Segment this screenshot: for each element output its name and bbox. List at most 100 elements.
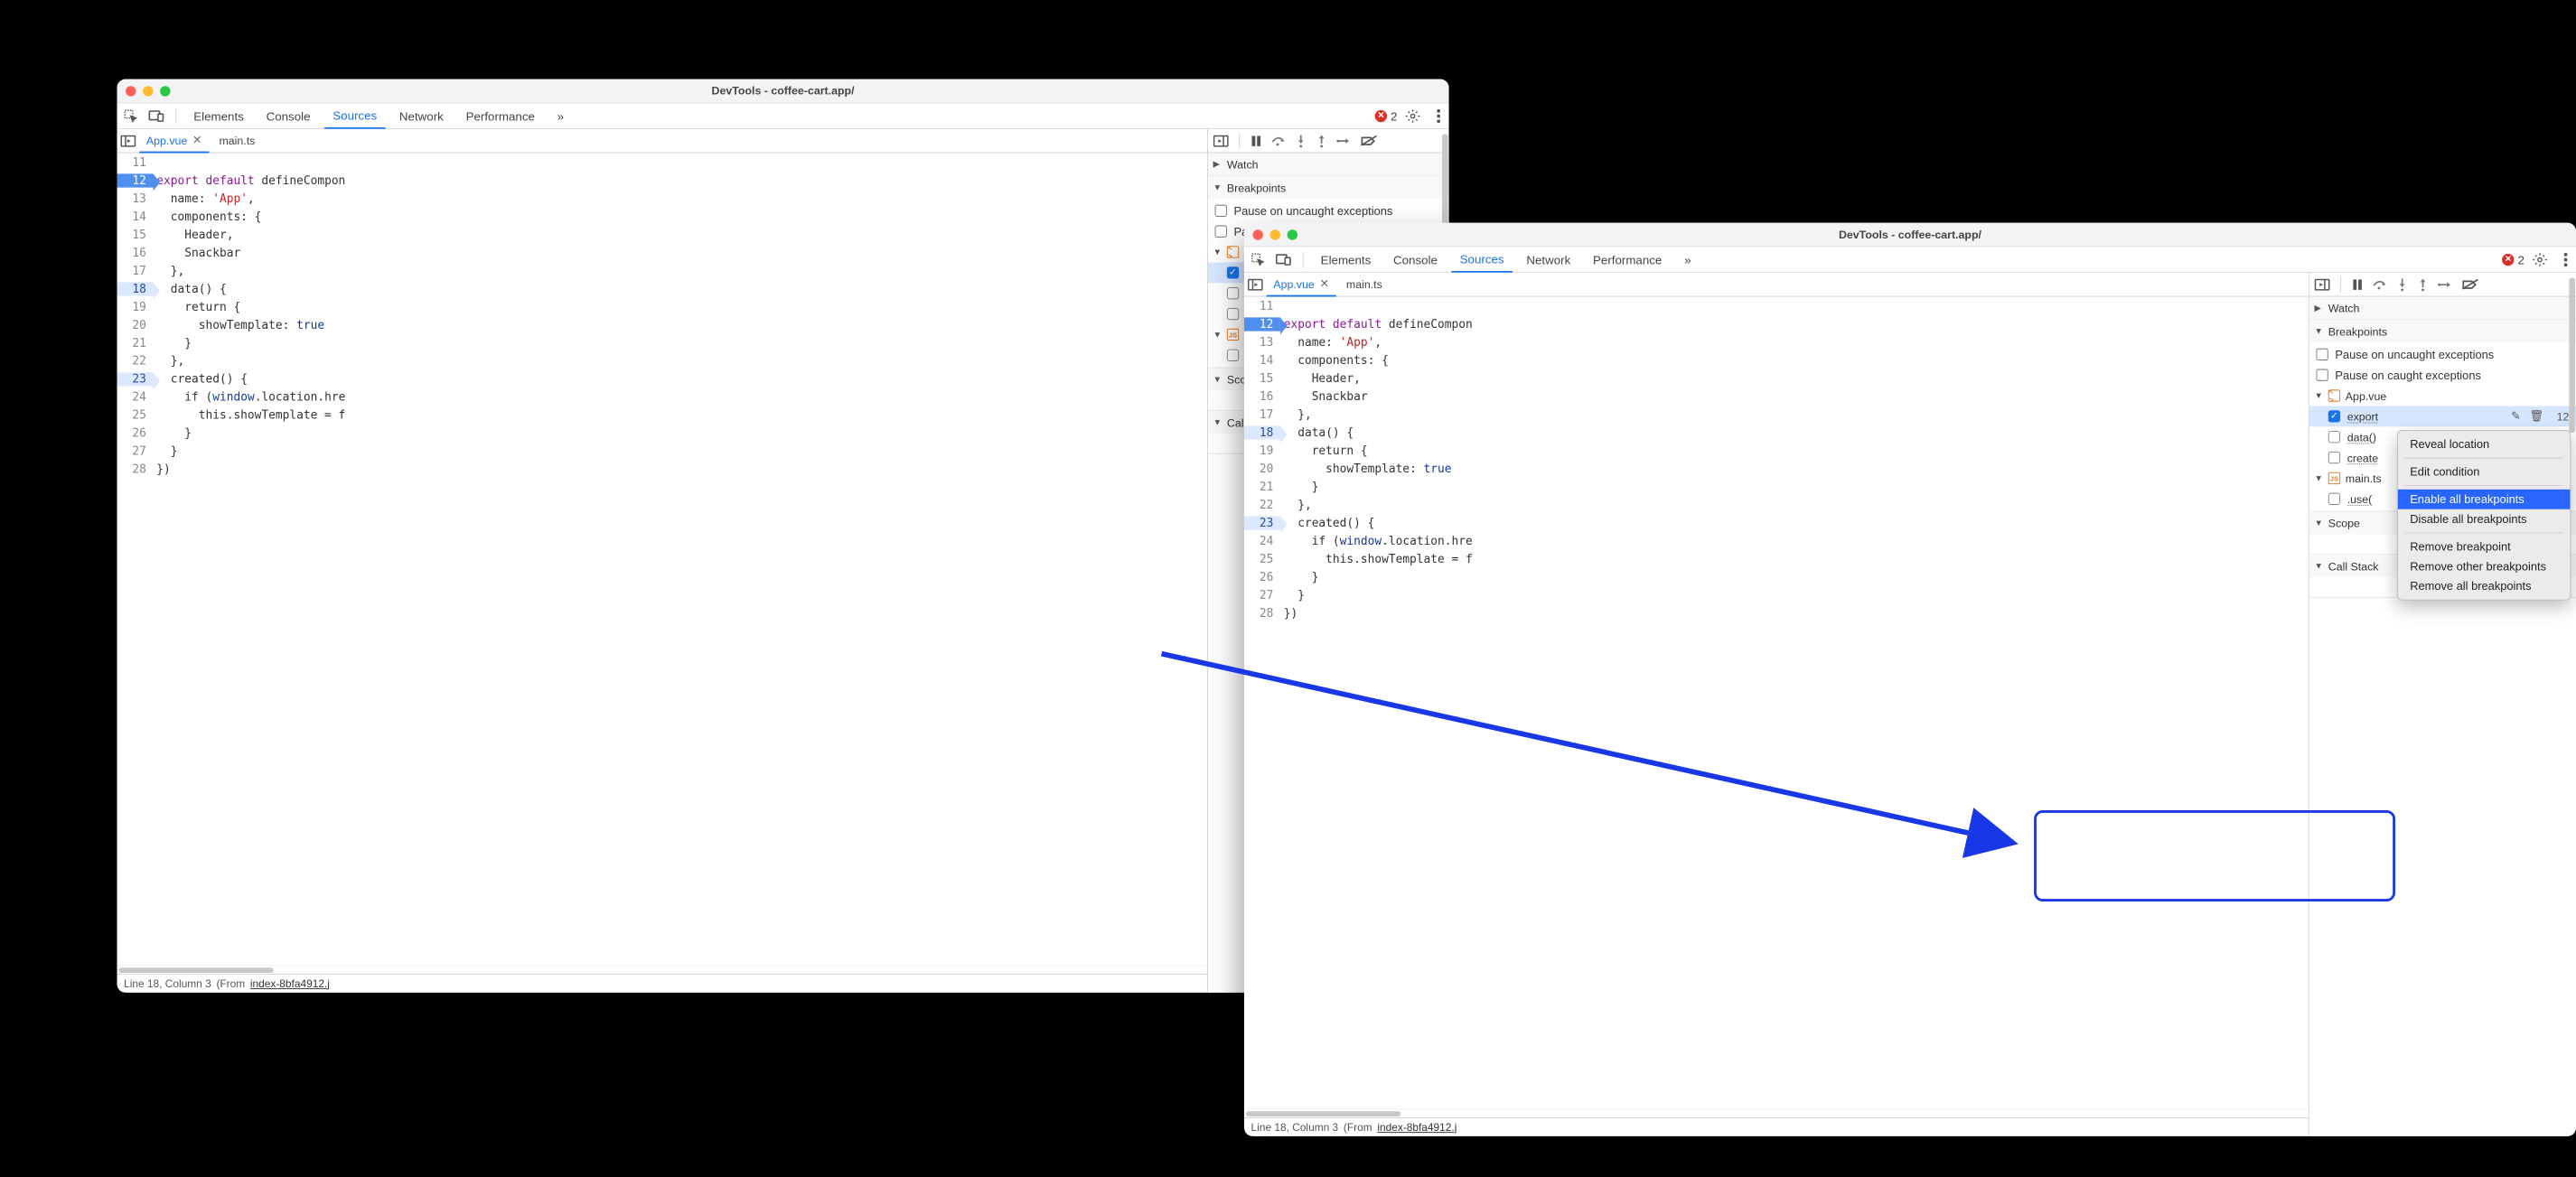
editor-horizontal-scrollbar[interactable] bbox=[1244, 1108, 2309, 1117]
code-line[interactable]: 22 }, bbox=[1244, 495, 2309, 513]
pause-uncaught-toggle[interactable]: Pause on uncaught exceptions bbox=[2309, 344, 2576, 365]
code-line[interactable]: 23 created() { bbox=[117, 369, 1207, 388]
tab-network[interactable]: Network bbox=[390, 103, 452, 128]
navigator-toggle-icon[interactable] bbox=[1248, 278, 1263, 290]
breakpoint-checkbox[interactable] bbox=[2328, 493, 2340, 505]
code-line[interactable]: 19 return { bbox=[117, 297, 1207, 315]
breakpoint-checkbox[interactable] bbox=[2328, 431, 2340, 443]
tab-more[interactable]: » bbox=[548, 103, 572, 128]
breakpoint-checkbox[interactable] bbox=[1227, 266, 1239, 278]
code-line[interactable]: 11 bbox=[117, 153, 1207, 171]
menu-remove-all-breakpoints[interactable]: Remove all breakpoints bbox=[2398, 576, 2570, 596]
menu-remove-other-breakpoints[interactable]: Remove other breakpoints bbox=[2398, 556, 2570, 576]
tab-performance[interactable]: Performance bbox=[457, 103, 543, 128]
code-line[interactable]: 25 this.showTemplate = f bbox=[1244, 549, 2309, 567]
breakpoint-checkbox[interactable] bbox=[1227, 350, 1239, 361]
code-line[interactable]: 18 data() { bbox=[117, 279, 1207, 297]
pause-icon[interactable] bbox=[1251, 135, 1262, 146]
code-editor[interactable]: 1112export default defineCompon13 name: … bbox=[117, 153, 1207, 973]
code-line[interactable]: 22 }, bbox=[117, 351, 1207, 369]
kebab-icon[interactable] bbox=[2555, 249, 2576, 270]
pencil-icon[interactable]: ✎ bbox=[2509, 409, 2523, 423]
file-tab-app-vue[interactable]: App.vue ✕ bbox=[139, 129, 209, 153]
code-line[interactable]: 12export default defineCompon bbox=[1244, 315, 2309, 333]
zoom-dot[interactable] bbox=[1288, 229, 1297, 239]
code-line[interactable]: 20 showTemplate: true bbox=[117, 315, 1207, 333]
error-badge[interactable]: ✕ 2 bbox=[1375, 108, 1398, 122]
navigator-toggle-icon[interactable] bbox=[120, 135, 136, 146]
step-into-icon[interactable] bbox=[1295, 134, 1307, 147]
code-line[interactable]: 24 if (window.location.hre bbox=[1244, 531, 2309, 549]
status-source-link[interactable]: index-8bfa4912.j bbox=[1377, 1121, 1457, 1133]
deactivate-breakpoints-icon[interactable] bbox=[1360, 135, 1377, 146]
code-line[interactable]: 25 this.showTemplate = f bbox=[117, 406, 1207, 424]
device-toggle-icon[interactable] bbox=[146, 106, 167, 126]
zoom-dot[interactable] bbox=[160, 86, 170, 96]
code-line[interactable]: 23 created() { bbox=[1244, 513, 2309, 531]
breakpoints-header[interactable]: ▼Breakpoints bbox=[1208, 176, 1449, 199]
step-icon[interactable] bbox=[2438, 278, 2453, 290]
watch-header[interactable]: ▶Watch bbox=[2309, 297, 2576, 320]
tab-performance[interactable]: Performance bbox=[1585, 247, 1671, 272]
close-dot[interactable] bbox=[1252, 229, 1262, 239]
code-editor[interactable]: 1112export default defineCompon13 name: … bbox=[1244, 297, 2309, 1117]
code-line[interactable]: 12export default defineCompon bbox=[117, 171, 1207, 189]
inspect-icon[interactable] bbox=[1248, 249, 1269, 270]
tab-network[interactable]: Network bbox=[1518, 247, 1579, 272]
code-line[interactable]: 17 }, bbox=[1244, 406, 2309, 424]
pause-uncaught-toggle[interactable]: Pause on uncaught exceptions bbox=[1208, 201, 1449, 221]
file-tab-main-ts[interactable]: main.ts bbox=[212, 129, 262, 153]
code-line[interactable]: 28}) bbox=[1244, 603, 2309, 621]
code-line[interactable]: 19 return { bbox=[1244, 441, 2309, 459]
code-line[interactable]: 14 components: { bbox=[117, 207, 1207, 225]
tab-console[interactable]: Console bbox=[258, 103, 319, 128]
code-line[interactable]: 13 name: 'App', bbox=[1244, 333, 2309, 351]
breakpoint-checkbox[interactable] bbox=[2328, 452, 2340, 463]
file-tab-app-vue[interactable]: App.vue ✕ bbox=[1267, 273, 1336, 296]
minimize-dot[interactable] bbox=[143, 86, 153, 96]
error-badge[interactable]: ✕ 2 bbox=[2502, 252, 2524, 266]
debugger-toggle-icon[interactable] bbox=[1213, 135, 1229, 146]
menu-reveal-location[interactable]: Reveal location bbox=[2398, 434, 2570, 454]
breakpoint-checkbox[interactable] bbox=[1227, 287, 1239, 299]
step-over-icon[interactable] bbox=[1270, 135, 1286, 146]
step-over-icon[interactable] bbox=[2372, 278, 2387, 290]
tab-elements[interactable]: Elements bbox=[1312, 247, 1380, 272]
code-line[interactable]: 11 bbox=[1244, 297, 2309, 315]
inspect-icon[interactable] bbox=[120, 106, 141, 126]
code-line[interactable]: 27 } bbox=[1244, 585, 2309, 603]
tab-sources[interactable]: Sources bbox=[1451, 248, 1513, 273]
gear-icon[interactable] bbox=[1402, 106, 1423, 126]
breakpoints-header[interactable]: ▼Breakpoints bbox=[2309, 320, 2576, 342]
watch-header[interactable]: ▶Watch bbox=[1208, 153, 1449, 175]
code-line[interactable]: 17 }, bbox=[117, 261, 1207, 279]
breakpoint-checkbox[interactable] bbox=[2328, 410, 2340, 422]
step-out-icon[interactable] bbox=[2417, 277, 2429, 291]
tab-console[interactable]: Console bbox=[1384, 247, 1446, 272]
device-toggle-icon[interactable] bbox=[1273, 249, 1294, 270]
breakpoint-group-appvue[interactable]: ▼< > App.vue bbox=[2309, 386, 2576, 406]
close-icon[interactable]: ✕ bbox=[1319, 277, 1328, 291]
code-line[interactable]: 15 Header, bbox=[1244, 369, 2309, 388]
code-line[interactable]: 16 Snackbar bbox=[1244, 388, 2309, 406]
tab-more[interactable]: » bbox=[1676, 247, 1700, 272]
breakpoint-checkbox[interactable] bbox=[1227, 308, 1239, 320]
debugger-toggle-icon[interactable] bbox=[2315, 278, 2330, 290]
code-line[interactable]: 21 } bbox=[117, 333, 1207, 351]
file-tab-main-ts[interactable]: main.ts bbox=[1339, 273, 1389, 296]
gear-icon[interactable] bbox=[2530, 249, 2551, 270]
step-out-icon[interactable] bbox=[1316, 134, 1327, 147]
step-icon[interactable] bbox=[1336, 135, 1352, 146]
kebab-icon[interactable] bbox=[1429, 106, 1449, 126]
code-line[interactable]: 24 if (window.location.hre bbox=[117, 388, 1207, 406]
code-line[interactable]: 27 } bbox=[117, 442, 1207, 460]
step-into-icon[interactable] bbox=[2396, 277, 2408, 291]
sidebar-scrollbar[interactable] bbox=[2569, 275, 2575, 1135]
minimize-dot[interactable] bbox=[1270, 229, 1280, 239]
code-line[interactable]: 26 } bbox=[117, 424, 1207, 442]
tab-elements[interactable]: Elements bbox=[185, 103, 253, 128]
code-line[interactable]: 16 Snackbar bbox=[117, 243, 1207, 261]
close-dot[interactable] bbox=[126, 86, 136, 96]
editor-horizontal-scrollbar[interactable] bbox=[117, 965, 1207, 974]
menu-enable-all-breakpoints[interactable]: Enable all breakpoints bbox=[2398, 490, 2570, 509]
